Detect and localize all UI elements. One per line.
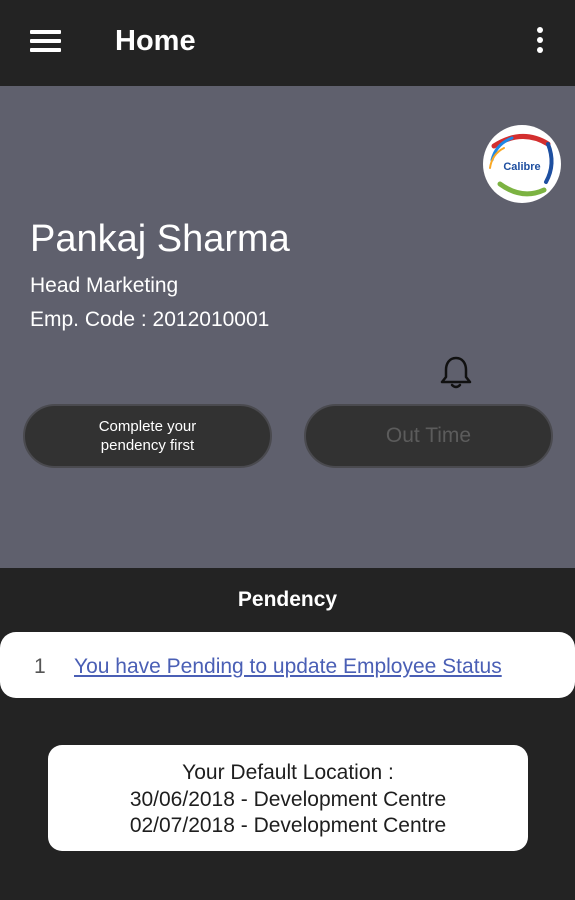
location-line: 30/06/2018 - Development Centre — [129, 787, 447, 811]
page-title: Home — [115, 25, 196, 57]
bell-icon[interactable] — [438, 354, 474, 390]
pendency-heading: Pendency — [237, 588, 338, 611]
location-line: 02/07/2018 - Development Centre — [129, 814, 447, 837]
in-time-button-label: Complete your pendency first — [98, 418, 197, 454]
more-vertical-icon[interactable] — [530, 27, 550, 57]
out-time-button[interactable]: Out Time — [304, 404, 553, 468]
out-time-button-label: Out Time — [385, 424, 472, 447]
employee-designation: Head Marketing — [30, 274, 179, 297]
profile-section: Calibre Pankaj Sharma Head Marketing Emp… — [0, 86, 575, 568]
pendency-item-link[interactable]: You have Pending to update Employee Stat… — [74, 655, 502, 679]
location-heading: Your Default Location : — [182, 761, 394, 784]
pendency-item[interactable]: 1 You have Pending to update Employee St… — [0, 632, 575, 698]
company-logo: Calibre — [483, 125, 561, 203]
pendency-item-index: 1 — [34, 655, 46, 678]
hamburger-menu-icon[interactable] — [30, 30, 62, 52]
default-location-card: Your Default Location : 30/06/2018 - Dev… — [48, 745, 528, 851]
in-time-button[interactable]: Complete your pendency first — [23, 404, 272, 468]
svg-text:Calibre: Calibre — [503, 161, 540, 173]
employee-code: Emp. Code : 2012010001 — [30, 308, 270, 331]
employee-name: Pankaj Sharma — [30, 218, 290, 260]
app-bar: Home — [0, 0, 575, 86]
